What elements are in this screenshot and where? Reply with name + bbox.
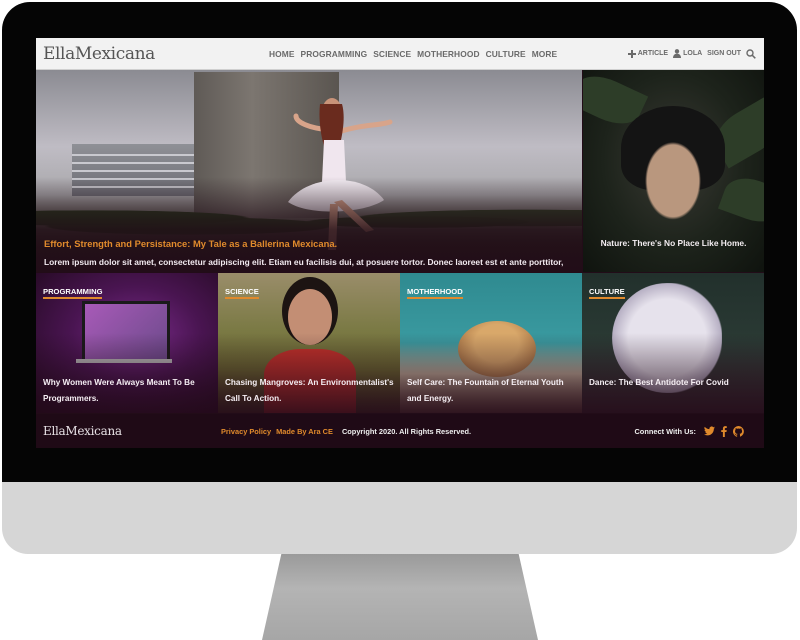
github-icon[interactable]	[733, 425, 744, 437]
made-by-link[interactable]: Made By Ara CE	[276, 427, 333, 436]
privacy-policy-link[interactable]: Privacy Policy	[221, 427, 271, 436]
search-icon	[746, 48, 756, 59]
side-article-title[interactable]: Nature: There's No Place Like Home.	[583, 238, 764, 248]
nav-programming[interactable]: PROGRAMMING	[301, 49, 368, 59]
side-article-card[interactable]: Nature: There's No Place Like Home.	[583, 70, 764, 272]
website-screen: EllaMexicana HOME PROGRAMMING SCIENCE MO…	[36, 38, 764, 448]
category-card-science[interactable]: SCIENCE Chasing Mangroves: An Environmen…	[218, 273, 400, 413]
user-nav: ARTICLE LOLA SIGN OUT	[627, 48, 756, 59]
category-card-culture[interactable]: CULTURE Dance: The Best Antidote For Cov…	[582, 273, 764, 413]
category-label[interactable]: CULTURE	[589, 287, 625, 299]
new-article-link[interactable]: ARTICLE	[627, 49, 669, 58]
site-header: EllaMexicana HOME PROGRAMMING SCIENCE MO…	[36, 38, 764, 70]
category-card-title[interactable]: Chasing Mangroves: An Environmentalist's…	[225, 375, 395, 407]
facebook-icon[interactable]	[721, 425, 727, 437]
connect-label: Connect With Us:	[634, 426, 696, 436]
category-card-title[interactable]: Self Care: The Fountain of Eternal Youth…	[407, 375, 577, 407]
user-name: LOLA	[683, 50, 703, 57]
nav-home[interactable]: HOME	[269, 49, 295, 59]
category-card-title[interactable]: Why Women Were Always Meant To Be Progra…	[43, 375, 213, 407]
card-overlay	[582, 333, 764, 413]
search-button[interactable]	[746, 48, 756, 59]
monitor-chin	[2, 482, 797, 554]
hero-article[interactable]: Effort, Strength and Persistance: My Tal…	[36, 70, 582, 272]
nav-more[interactable]: MORE	[532, 49, 558, 59]
hero-title[interactable]: Effort, Strength and Persistance: My Tal…	[44, 238, 337, 249]
site-footer: EllaMexicana Privacy Policy Made By Ara …	[36, 414, 764, 448]
monitor-stand	[262, 554, 538, 640]
copyright-text: Copyright 2020. All Rights Reserved.	[341, 426, 472, 436]
new-article-label: ARTICLE	[637, 50, 669, 57]
main-nav: HOME PROGRAMMING SCIENCE MOTHERHOOD CULT…	[269, 49, 557, 59]
plus-icon	[627, 49, 636, 58]
nav-culture[interactable]: CULTURE	[486, 49, 526, 59]
side-image-face	[635, 128, 711, 224]
category-card-motherhood[interactable]: MOTHERHOOD Self Care: The Fountain of Et…	[400, 273, 582, 413]
category-card-programming[interactable]: PROGRAMMING Why Women Were Always Meant …	[36, 273, 218, 413]
sign-out-link[interactable]: SIGN OUT	[707, 50, 741, 57]
user-icon	[673, 49, 682, 58]
category-card-title[interactable]: Dance: The Best Antidote For Covid	[589, 375, 759, 391]
hero-excerpt: Lorem ipsum dolor sit amet, consectetur …	[44, 257, 564, 272]
social-links: Connect With Us:	[634, 425, 744, 437]
footer-logo[interactable]: EllaMexicana	[43, 424, 221, 438]
category-label[interactable]: PROGRAMMING	[43, 287, 103, 299]
nav-science[interactable]: SCIENCE	[373, 49, 411, 59]
user-profile-link[interactable]: LOLA	[673, 49, 702, 58]
category-label[interactable]: SCIENCE	[225, 287, 259, 299]
twitter-icon[interactable]	[704, 426, 715, 436]
side-image-leaf	[717, 170, 764, 230]
site-logo[interactable]: EllaMexicana	[43, 44, 269, 64]
category-label[interactable]: MOTHERHOOD	[407, 287, 463, 299]
footer-links: Privacy Policy Made By Ara CE	[221, 427, 333, 436]
nav-motherhood[interactable]: MOTHERHOOD	[417, 49, 479, 59]
